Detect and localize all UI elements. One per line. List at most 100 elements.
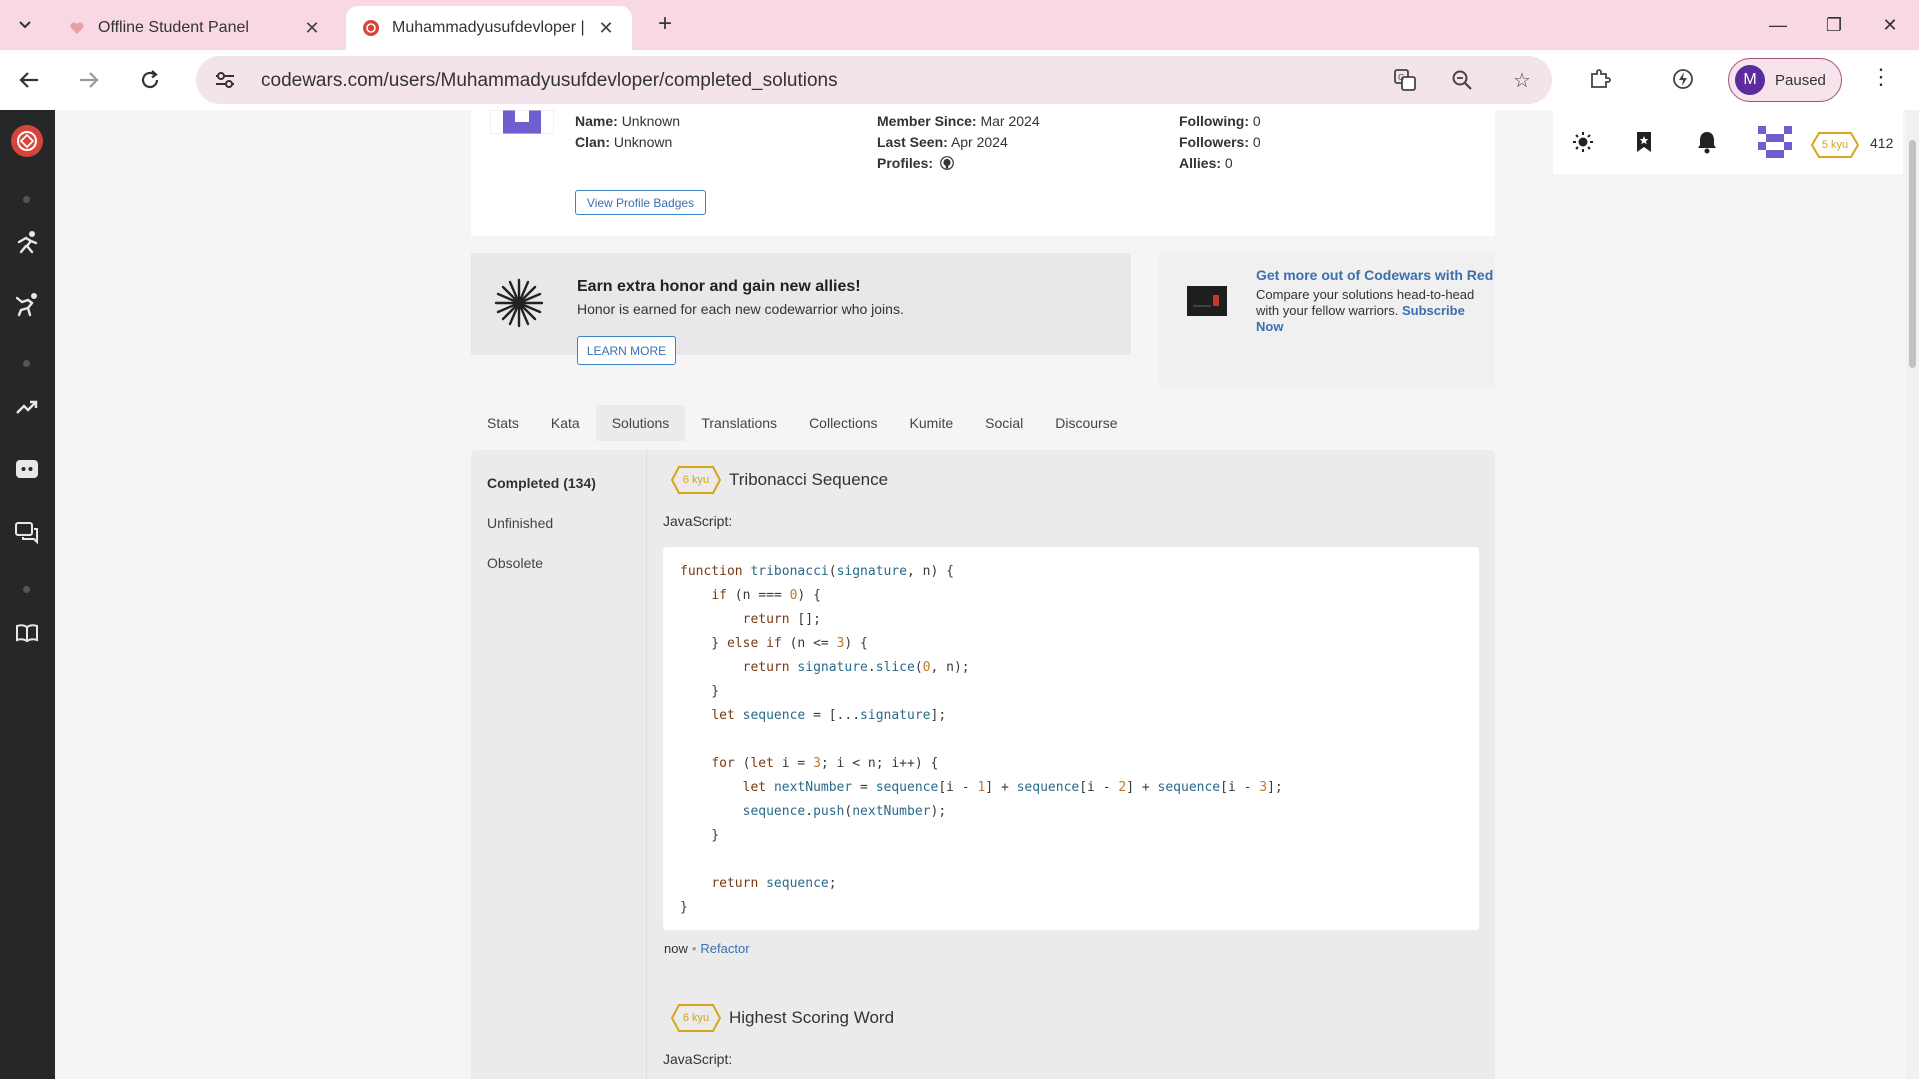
code-line: if (n === 0) {	[711, 588, 821, 603]
tab-discourse[interactable]: Discourse	[1039, 405, 1133, 441]
promo-subtitle: Honor is earned for each new codewarrior…	[577, 301, 904, 317]
close-window-button[interactable]: ✕	[1862, 0, 1918, 50]
language-label: JavaScript:	[663, 1051, 733, 1067]
avatar: M	[1735, 65, 1765, 95]
github-icon[interactable]	[940, 155, 954, 173]
stat-profiles: Profiles:	[877, 155, 954, 173]
sun-icon[interactable]	[1569, 128, 1597, 156]
view-profile-badges-button[interactable]: View Profile Badges	[575, 190, 706, 215]
filter-completed[interactable]: Completed (134)	[487, 475, 596, 491]
code-line: return [];	[742, 612, 821, 627]
site-info-icon[interactable]	[212, 68, 238, 92]
red-promo-title[interactable]: Get more out of Codewars with Red	[1256, 267, 1493, 283]
minimize-button[interactable]: —	[1750, 0, 1806, 50]
code-line: } else if (n <= 3) {	[680, 636, 868, 651]
tab-offline-student-panel[interactable]: Offline Student Panel ✕	[52, 6, 338, 50]
forward-button[interactable]	[72, 63, 106, 97]
close-icon[interactable]: ✕	[302, 18, 322, 39]
language-label: JavaScript:	[663, 513, 733, 529]
back-button[interactable]	[12, 63, 46, 97]
performance-icon[interactable]	[1668, 64, 1698, 94]
code-line: return signature.slice(0, n);	[742, 660, 970, 675]
docs-book-icon[interactable]	[10, 618, 44, 648]
kata-header: 6 kyu Highest Scoring Word	[670, 1004, 894, 1032]
solution-meta: now • Refactor	[664, 941, 750, 956]
bookmark-icon[interactable]	[1630, 128, 1658, 156]
filter-unfinished[interactable]: Unfinished	[487, 515, 553, 531]
codewars-favicon-icon	[362, 19, 380, 37]
stat-member-since: Member Since: Mar 2024	[877, 113, 1040, 129]
starburst-icon	[493, 277, 545, 329]
stat-followers: Followers: 0	[1179, 134, 1261, 150]
more-menu-icon[interactable]: ⋮	[1870, 64, 1892, 94]
divider-dot	[23, 586, 30, 593]
bell-icon[interactable]	[1693, 128, 1721, 156]
tab-codewars-profile[interactable]: Muhammadyusufdevloper | ✕	[346, 6, 632, 50]
bookmark-star-icon[interactable]: ☆	[1509, 68, 1535, 92]
stat-last-seen: Last Seen: Apr 2024	[877, 134, 1008, 150]
reload-button[interactable]	[133, 63, 167, 97]
learn-more-button[interactable]: LEARN MORE	[577, 336, 676, 365]
tab-solutions[interactable]: Solutions	[595, 405, 686, 441]
kyu-rank-badge: 6 kyu	[670, 1004, 722, 1032]
tab-social[interactable]: Social	[969, 405, 1039, 441]
tab-collections[interactable]: Collections	[793, 405, 893, 441]
kata-title-link[interactable]: Tribonacci Sequence	[729, 470, 888, 490]
tab-stats[interactable]: Stats	[471, 405, 535, 441]
code-line: }	[680, 900, 688, 915]
kyu-rank-text: 6 kyu	[682, 1012, 710, 1024]
new-tab-button[interactable]: +	[650, 10, 680, 40]
separator-dot: •	[691, 941, 697, 956]
code-line: for (let i = 3; i < n; i++) {	[711, 756, 939, 771]
reload-icon	[141, 70, 159, 89]
extensions-icon[interactable]	[1585, 64, 1615, 94]
practice-icon[interactable]	[10, 228, 44, 258]
leaderboard-trend-icon[interactable]	[10, 392, 44, 422]
solutions-filter-sidebar: Completed (134) Unfinished Obsolete	[471, 450, 647, 1079]
user-avatar-icon[interactable]	[1758, 126, 1792, 158]
refactor-link[interactable]: Refactor	[700, 941, 749, 956]
close-icon[interactable]: ✕	[596, 18, 616, 39]
code-line: return sequence;	[711, 876, 837, 891]
codewars-red-promo: Get more out of Codewars with Red Compar…	[1159, 253, 1495, 389]
profile-button[interactable]: M Paused	[1728, 58, 1842, 102]
profile-status: Paused	[1775, 71, 1826, 89]
arrow-left-icon	[19, 72, 38, 88]
code-line: function tribonacci(signature, n) {	[680, 564, 954, 579]
url-text: codewars.com/users/Muhammadyusufdevloper…	[261, 70, 838, 91]
code-text: function tribonacci(signature, n) { if (…	[680, 560, 1283, 920]
kata-header: 6 kyu Tribonacci Sequence	[670, 466, 888, 494]
restore-button[interactable]: ❐	[1806, 0, 1862, 50]
discussion-icon[interactable]	[10, 518, 44, 548]
translate-icon[interactable]: G	[1392, 68, 1418, 92]
tab-translations[interactable]: Translations	[685, 405, 793, 441]
profile-tabs: Stats Kata Solutions Translations Collec…	[471, 405, 1134, 441]
divider-dot	[23, 360, 30, 367]
svg-text:G: G	[1398, 73, 1404, 82]
red-promo-text: Compare your solutions head-to-head with…	[1256, 287, 1475, 334]
browser-tab-bar: Offline Student Panel ✕ Muhammadyusufdev…	[0, 0, 1919, 50]
rank-badge: 5 kyu	[1810, 132, 1860, 158]
zoom-icon[interactable]	[1449, 68, 1475, 92]
tab-kumite[interactable]: Kumite	[894, 405, 970, 441]
address-bar[interactable]: codewars.com/users/Muhammadyusufdevloper…	[196, 56, 1552, 104]
kata-title-link[interactable]: Highest Scoring Word	[729, 1008, 894, 1028]
tab-search-button[interactable]	[10, 10, 40, 40]
code-line: }	[680, 684, 720, 699]
honor-count: 412	[1870, 135, 1894, 151]
scrollbar-thumb[interactable]	[1909, 140, 1916, 368]
tab-title: Offline Student Panel	[98, 19, 249, 36]
compete-icon[interactable]	[10, 290, 44, 320]
code-line: sequence.push(nextNumber);	[742, 804, 947, 819]
code-line: let nextNumber = sequence[i - 1] + seque…	[742, 780, 1283, 795]
referral-promo-card: Earn extra honor and gain new allies! Ho…	[471, 253, 1131, 365]
filter-obsolete[interactable]: Obsolete	[487, 555, 543, 571]
page-scrollbar[interactable]	[1906, 110, 1919, 1079]
discord-icon[interactable]	[10, 454, 44, 484]
red-promo-thumbnail	[1187, 286, 1227, 316]
tab-kata[interactable]: Kata	[535, 405, 596, 441]
codewars-logo-icon[interactable]	[10, 124, 44, 158]
divider-dot	[23, 196, 30, 203]
